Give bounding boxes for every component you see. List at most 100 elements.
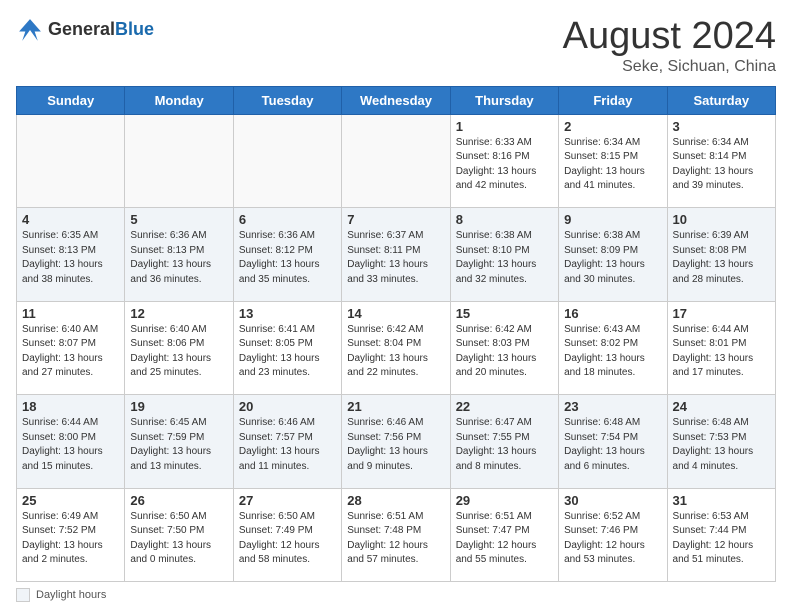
logo-general-text: General xyxy=(48,19,115,39)
day-number: 28 xyxy=(347,493,444,508)
calendar-cell: 25 Sunrise: 6:49 AM Sunset: 7:52 PM Dayli… xyxy=(17,488,125,581)
day-number: 17 xyxy=(673,306,770,321)
day-number: 22 xyxy=(456,399,553,414)
calendar-cell: 20Sunrise: 6:46 AM Sunset: 7:57 PM Dayli… xyxy=(233,395,341,488)
day-number: 3 xyxy=(673,119,770,134)
calendar-cell: 22Sunrise: 6:47 AM Sunset: 7:55 PM Dayli… xyxy=(450,395,558,488)
day-info: Sunrise: 6:44 AM Sunset: 8:01 PM Dayligh… xyxy=(673,323,770,381)
calendar-cell: 5Sunrise: 6:36 AM Sunset: 8:13 PM Daylig… xyxy=(125,208,233,301)
day-number: 13 xyxy=(239,306,336,321)
calendar-cell: 17 Sunrise: 6:44 AM Sunset: 8:01 PM Dayli… xyxy=(667,301,775,394)
day-info: Sunrise: 6:50 AM Sunset: 7:50 PM Dayligh… xyxy=(130,510,227,568)
calendar-cell: 23 Sunrise: 6:48 AM Sunset: 7:54 PM Dayli… xyxy=(559,395,667,488)
day-info: Sunrise: 6:45 AM Sunset: 7:59 PM Dayligh… xyxy=(130,416,227,474)
calendar-cell: 31 Sunrise: 6:53 AM Sunset: 7:44 PM Dayli… xyxy=(667,488,775,581)
calendar-cell: 4Sunrise: 6:35 AM Sunset: 8:13 PM Daylig… xyxy=(17,208,125,301)
day-info: Sunrise: 6:51 AM Sunset: 7:47 PM Dayligh… xyxy=(456,510,553,568)
logo-icon xyxy=(16,16,44,44)
calendar-week-3: 11 Sunrise: 6:40 AM Sunset: 8:07 PM Dayli… xyxy=(17,301,776,394)
calendar-cell: 6Sunrise: 6:36 AM Sunset: 8:12 PM Daylig… xyxy=(233,208,341,301)
day-number: 29 xyxy=(456,493,553,508)
day-number: 15 xyxy=(456,306,553,321)
day-number: 12 xyxy=(130,306,227,321)
calendar-cell: 15Sunrise: 6:42 AM Sunset: 8:03 PM Dayli… xyxy=(450,301,558,394)
calendar-cell: 21 Sunrise: 6:46 AM Sunset: 7:56 PM Dayli… xyxy=(342,395,450,488)
calendar-cell: 7Sunrise: 6:37 AM Sunset: 8:11 PM Daylig… xyxy=(342,208,450,301)
calendar-cell: 8Sunrise: 6:38 AM Sunset: 8:10 PM Daylig… xyxy=(450,208,558,301)
day-number: 27 xyxy=(239,493,336,508)
calendar-cell: 9Sunrise: 6:38 AM Sunset: 8:09 PM Daylig… xyxy=(559,208,667,301)
calendar-table: SundayMondayTuesdayWednesdayThursdayFrid… xyxy=(16,86,776,582)
day-info: Sunrise: 6:35 AM Sunset: 8:13 PM Dayligh… xyxy=(22,229,119,287)
calendar-week-2: 4Sunrise: 6:35 AM Sunset: 8:13 PM Daylig… xyxy=(17,208,776,301)
calendar-cell: 30Sunrise: 6:52 AM Sunset: 7:46 PM Dayli… xyxy=(559,488,667,581)
month-title: August 2024 xyxy=(563,16,776,58)
day-info: Sunrise: 6:40 AM Sunset: 8:07 PM Dayligh… xyxy=(22,323,119,381)
calendar-cell: 13 Sunrise: 6:41 AM Sunset: 8:05 PM Dayli… xyxy=(233,301,341,394)
calendar-cell: 14 Sunrise: 6:42 AM Sunset: 8:04 PM Dayli… xyxy=(342,301,450,394)
day-number: 19 xyxy=(130,399,227,414)
calendar-cell: 1 Sunrise: 6:33 AM Sunset: 8:16 PM Daylig… xyxy=(450,114,558,207)
day-number: 5 xyxy=(130,212,227,227)
calendar-cell: 24 Sunrise: 6:48 AM Sunset: 7:53 PM Dayli… xyxy=(667,395,775,488)
day-number: 21 xyxy=(347,399,444,414)
calendar-cell: 3 Sunrise: 6:34 AM Sunset: 8:14 PM Daylig… xyxy=(667,114,775,207)
logo: GeneralBlue xyxy=(16,16,154,44)
calendar-cell: 16Sunrise: 6:43 AM Sunset: 8:02 PM Dayli… xyxy=(559,301,667,394)
calendar-week-5: 25 Sunrise: 6:49 AM Sunset: 7:52 PM Dayli… xyxy=(17,488,776,581)
calendar-cell: 12Sunrise: 6:40 AM Sunset: 8:06 PM Dayli… xyxy=(125,301,233,394)
day-info: Sunrise: 6:53 AM Sunset: 7:44 PM Dayligh… xyxy=(673,510,770,568)
day-number: 26 xyxy=(130,493,227,508)
day-info: Sunrise: 6:46 AM Sunset: 7:56 PM Dayligh… xyxy=(347,416,444,474)
day-number: 25 xyxy=(22,493,119,508)
day-info: Sunrise: 6:39 AM Sunset: 8:08 PM Dayligh… xyxy=(673,229,770,287)
day-number: 6 xyxy=(239,212,336,227)
location: Seke, Sichuan, China xyxy=(563,58,776,76)
page-header: GeneralBlue August 2024 Seke, Sichuan, C… xyxy=(16,16,776,76)
calendar-week-1: 1 Sunrise: 6:33 AM Sunset: 8:16 PM Daylig… xyxy=(17,114,776,207)
day-info: Sunrise: 6:52 AM Sunset: 7:46 PM Dayligh… xyxy=(564,510,661,568)
day-number: 14 xyxy=(347,306,444,321)
day-number: 8 xyxy=(456,212,553,227)
footer-shade-box xyxy=(16,588,30,602)
calendar-header-tuesday: Tuesday xyxy=(233,86,341,114)
day-info: Sunrise: 6:49 AM Sunset: 7:52 PM Dayligh… xyxy=(22,510,119,568)
day-number: 24 xyxy=(673,399,770,414)
day-info: Sunrise: 6:41 AM Sunset: 8:05 PM Dayligh… xyxy=(239,323,336,381)
day-info: Sunrise: 6:46 AM Sunset: 7:57 PM Dayligh… xyxy=(239,416,336,474)
day-number: 31 xyxy=(673,493,770,508)
footer: Daylight hours xyxy=(16,588,776,602)
day-number: 18 xyxy=(22,399,119,414)
calendar-cell: 10Sunrise: 6:39 AM Sunset: 8:08 PM Dayli… xyxy=(667,208,775,301)
day-info: Sunrise: 6:51 AM Sunset: 7:48 PM Dayligh… xyxy=(347,510,444,568)
day-number: 1 xyxy=(456,119,553,134)
calendar-cell: 27 Sunrise: 6:50 AM Sunset: 7:49 PM Dayli… xyxy=(233,488,341,581)
day-info: Sunrise: 6:50 AM Sunset: 7:49 PM Dayligh… xyxy=(239,510,336,568)
calendar-cell xyxy=(233,114,341,207)
calendar-week-4: 18 Sunrise: 6:44 AM Sunset: 8:00 PM Dayli… xyxy=(17,395,776,488)
day-info: Sunrise: 6:42 AM Sunset: 8:04 PM Dayligh… xyxy=(347,323,444,381)
footer-label: Daylight hours xyxy=(36,589,106,601)
calendar-header-friday: Friday xyxy=(559,86,667,114)
day-number: 9 xyxy=(564,212,661,227)
calendar-cell xyxy=(125,114,233,207)
day-number: 7 xyxy=(347,212,444,227)
calendar-cell: 18 Sunrise: 6:44 AM Sunset: 8:00 PM Dayli… xyxy=(17,395,125,488)
day-info: Sunrise: 6:34 AM Sunset: 8:15 PM Dayligh… xyxy=(564,136,661,194)
day-number: 23 xyxy=(564,399,661,414)
day-info: Sunrise: 6:34 AM Sunset: 8:14 PM Dayligh… xyxy=(673,136,770,194)
calendar-header-sunday: Sunday xyxy=(17,86,125,114)
calendar-cell: 28 Sunrise: 6:51 AM Sunset: 7:48 PM Dayli… xyxy=(342,488,450,581)
day-info: Sunrise: 6:48 AM Sunset: 7:53 PM Dayligh… xyxy=(673,416,770,474)
calendar-header-wednesday: Wednesday xyxy=(342,86,450,114)
day-info: Sunrise: 6:44 AM Sunset: 8:00 PM Dayligh… xyxy=(22,416,119,474)
calendar-cell xyxy=(17,114,125,207)
day-number: 11 xyxy=(22,306,119,321)
day-info: Sunrise: 6:48 AM Sunset: 7:54 PM Dayligh… xyxy=(564,416,661,474)
calendar-cell: 26 Sunrise: 6:50 AM Sunset: 7:50 PM Dayli… xyxy=(125,488,233,581)
day-info: Sunrise: 6:33 AM Sunset: 8:16 PM Dayligh… xyxy=(456,136,553,194)
day-number: 16 xyxy=(564,306,661,321)
calendar-header-monday: Monday xyxy=(125,86,233,114)
calendar-cell: 29 Sunrise: 6:51 AM Sunset: 7:47 PM Dayli… xyxy=(450,488,558,581)
calendar-header-row: SundayMondayTuesdayWednesdayThursdayFrid… xyxy=(17,86,776,114)
